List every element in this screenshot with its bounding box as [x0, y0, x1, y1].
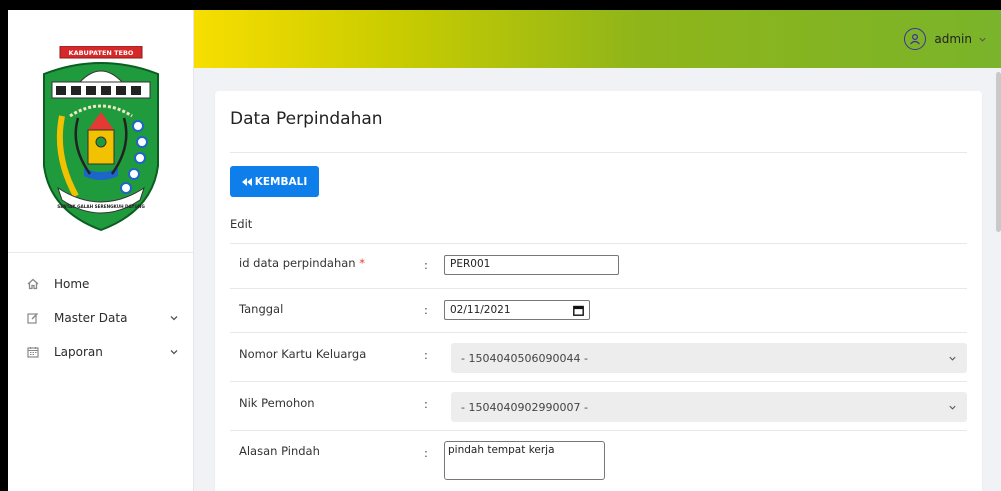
sidebar: KABUPATEN TEBO SENTAK GALAH SERENGKUH DA… — [8, 10, 194, 491]
back-button-label: KEMBALI — [254, 175, 308, 188]
top-bar: admin — [194, 10, 1001, 68]
form-row-kk: Nomor Kartu Keluarga : - 150404050609004… — [230, 333, 967, 382]
form-row-tanggal: Tanggal : 02/11/2021 — [230, 289, 967, 333]
svg-text:SENTAK GALAH SERENGKUH DAYUNG: SENTAK GALAH SERENGKUH DAYUNG — [57, 204, 145, 209]
calendar-icon[interactable] — [573, 305, 584, 316]
required-mark: * — [359, 256, 365, 270]
colon: : — [424, 446, 428, 460]
calendar-icon — [26, 345, 40, 359]
back-button[interactable]: KEMBALI — [230, 166, 319, 197]
nik-select[interactable]: - 1504040902990007 - — [451, 392, 967, 422]
edit-icon — [26, 311, 40, 325]
chevron-down-icon — [170, 316, 178, 321]
id-label: id data perpindahan * — [239, 256, 365, 270]
form-row-alasan: Alasan Pindah : pindah tempat kerja — [230, 431, 967, 491]
nik-selected-value: - 1504040902990007 - — [461, 400, 588, 414]
logo-area: KABUPATEN TEBO SENTAK GALAH SERENGKUH DA… — [8, 10, 193, 253]
sidebar-item-laporan[interactable]: Laporan — [8, 335, 193, 369]
chevron-down-icon — [170, 350, 178, 355]
nik-label: Nik Pemohon — [239, 396, 315, 410]
colon: : — [424, 348, 428, 362]
alasan-label: Alasan Pindah — [239, 444, 320, 458]
page-scrollbar[interactable] — [996, 72, 1001, 232]
user-icon — [904, 28, 927, 50]
tanggal-input[interactable]: 02/11/2021 — [444, 300, 590, 320]
section-label: Edit — [230, 217, 253, 231]
content-card: Data Perpindahan KEMBALI Edit id data pe… — [215, 91, 982, 491]
home-icon — [26, 277, 40, 291]
tanggal-label: Tanggal — [239, 302, 284, 316]
sidebar-nav: Home Master Data Laporan — [8, 253, 193, 369]
tanggal-value: 02/11/2021 — [450, 304, 511, 316]
divider — [230, 152, 967, 153]
sidebar-item-label: Home — [54, 277, 90, 291]
sidebar-item-home[interactable]: Home — [8, 267, 193, 301]
chevron-down-icon — [949, 405, 956, 410]
svg-text:KABUPATEN TEBO: KABUPATEN TEBO — [68, 49, 133, 57]
page-title: Data Perpindahan — [230, 109, 383, 129]
colon: : — [424, 303, 428, 317]
alasan-textarea[interactable]: pindah tempat kerja — [444, 441, 605, 480]
colon: : — [424, 258, 428, 272]
kk-select[interactable]: - 1504040506090044 - — [451, 343, 967, 373]
kabupaten-tebo-logo: KABUPATEN TEBO SENTAK GALAH SERENGKUH DA… — [42, 46, 159, 232]
chevron-down-icon — [979, 37, 986, 42]
sidebar-item-master-data[interactable]: Master Data — [8, 301, 193, 335]
sidebar-item-label: Master Data — [54, 311, 128, 325]
app-frame: KABUPATEN TEBO SENTAK GALAH SERENGKUH DA… — [8, 10, 1001, 491]
id-input[interactable]: PER001 — [444, 255, 619, 275]
kk-selected-value: - 1504040506090044 - — [461, 351, 588, 365]
user-name: admin — [934, 32, 972, 46]
chevron-down-icon — [949, 356, 956, 361]
colon: : — [424, 397, 428, 411]
sidebar-item-label: Laporan — [54, 345, 103, 359]
form-row-id: id data perpindahan * : PER001 — [230, 244, 967, 289]
form-row-nik: Nik Pemohon : - 1504040902990007 - — [230, 382, 967, 431]
kk-label: Nomor Kartu Keluarga — [239, 347, 367, 361]
backward-icon — [241, 177, 252, 186]
user-menu[interactable]: admin — [904, 28, 987, 50]
